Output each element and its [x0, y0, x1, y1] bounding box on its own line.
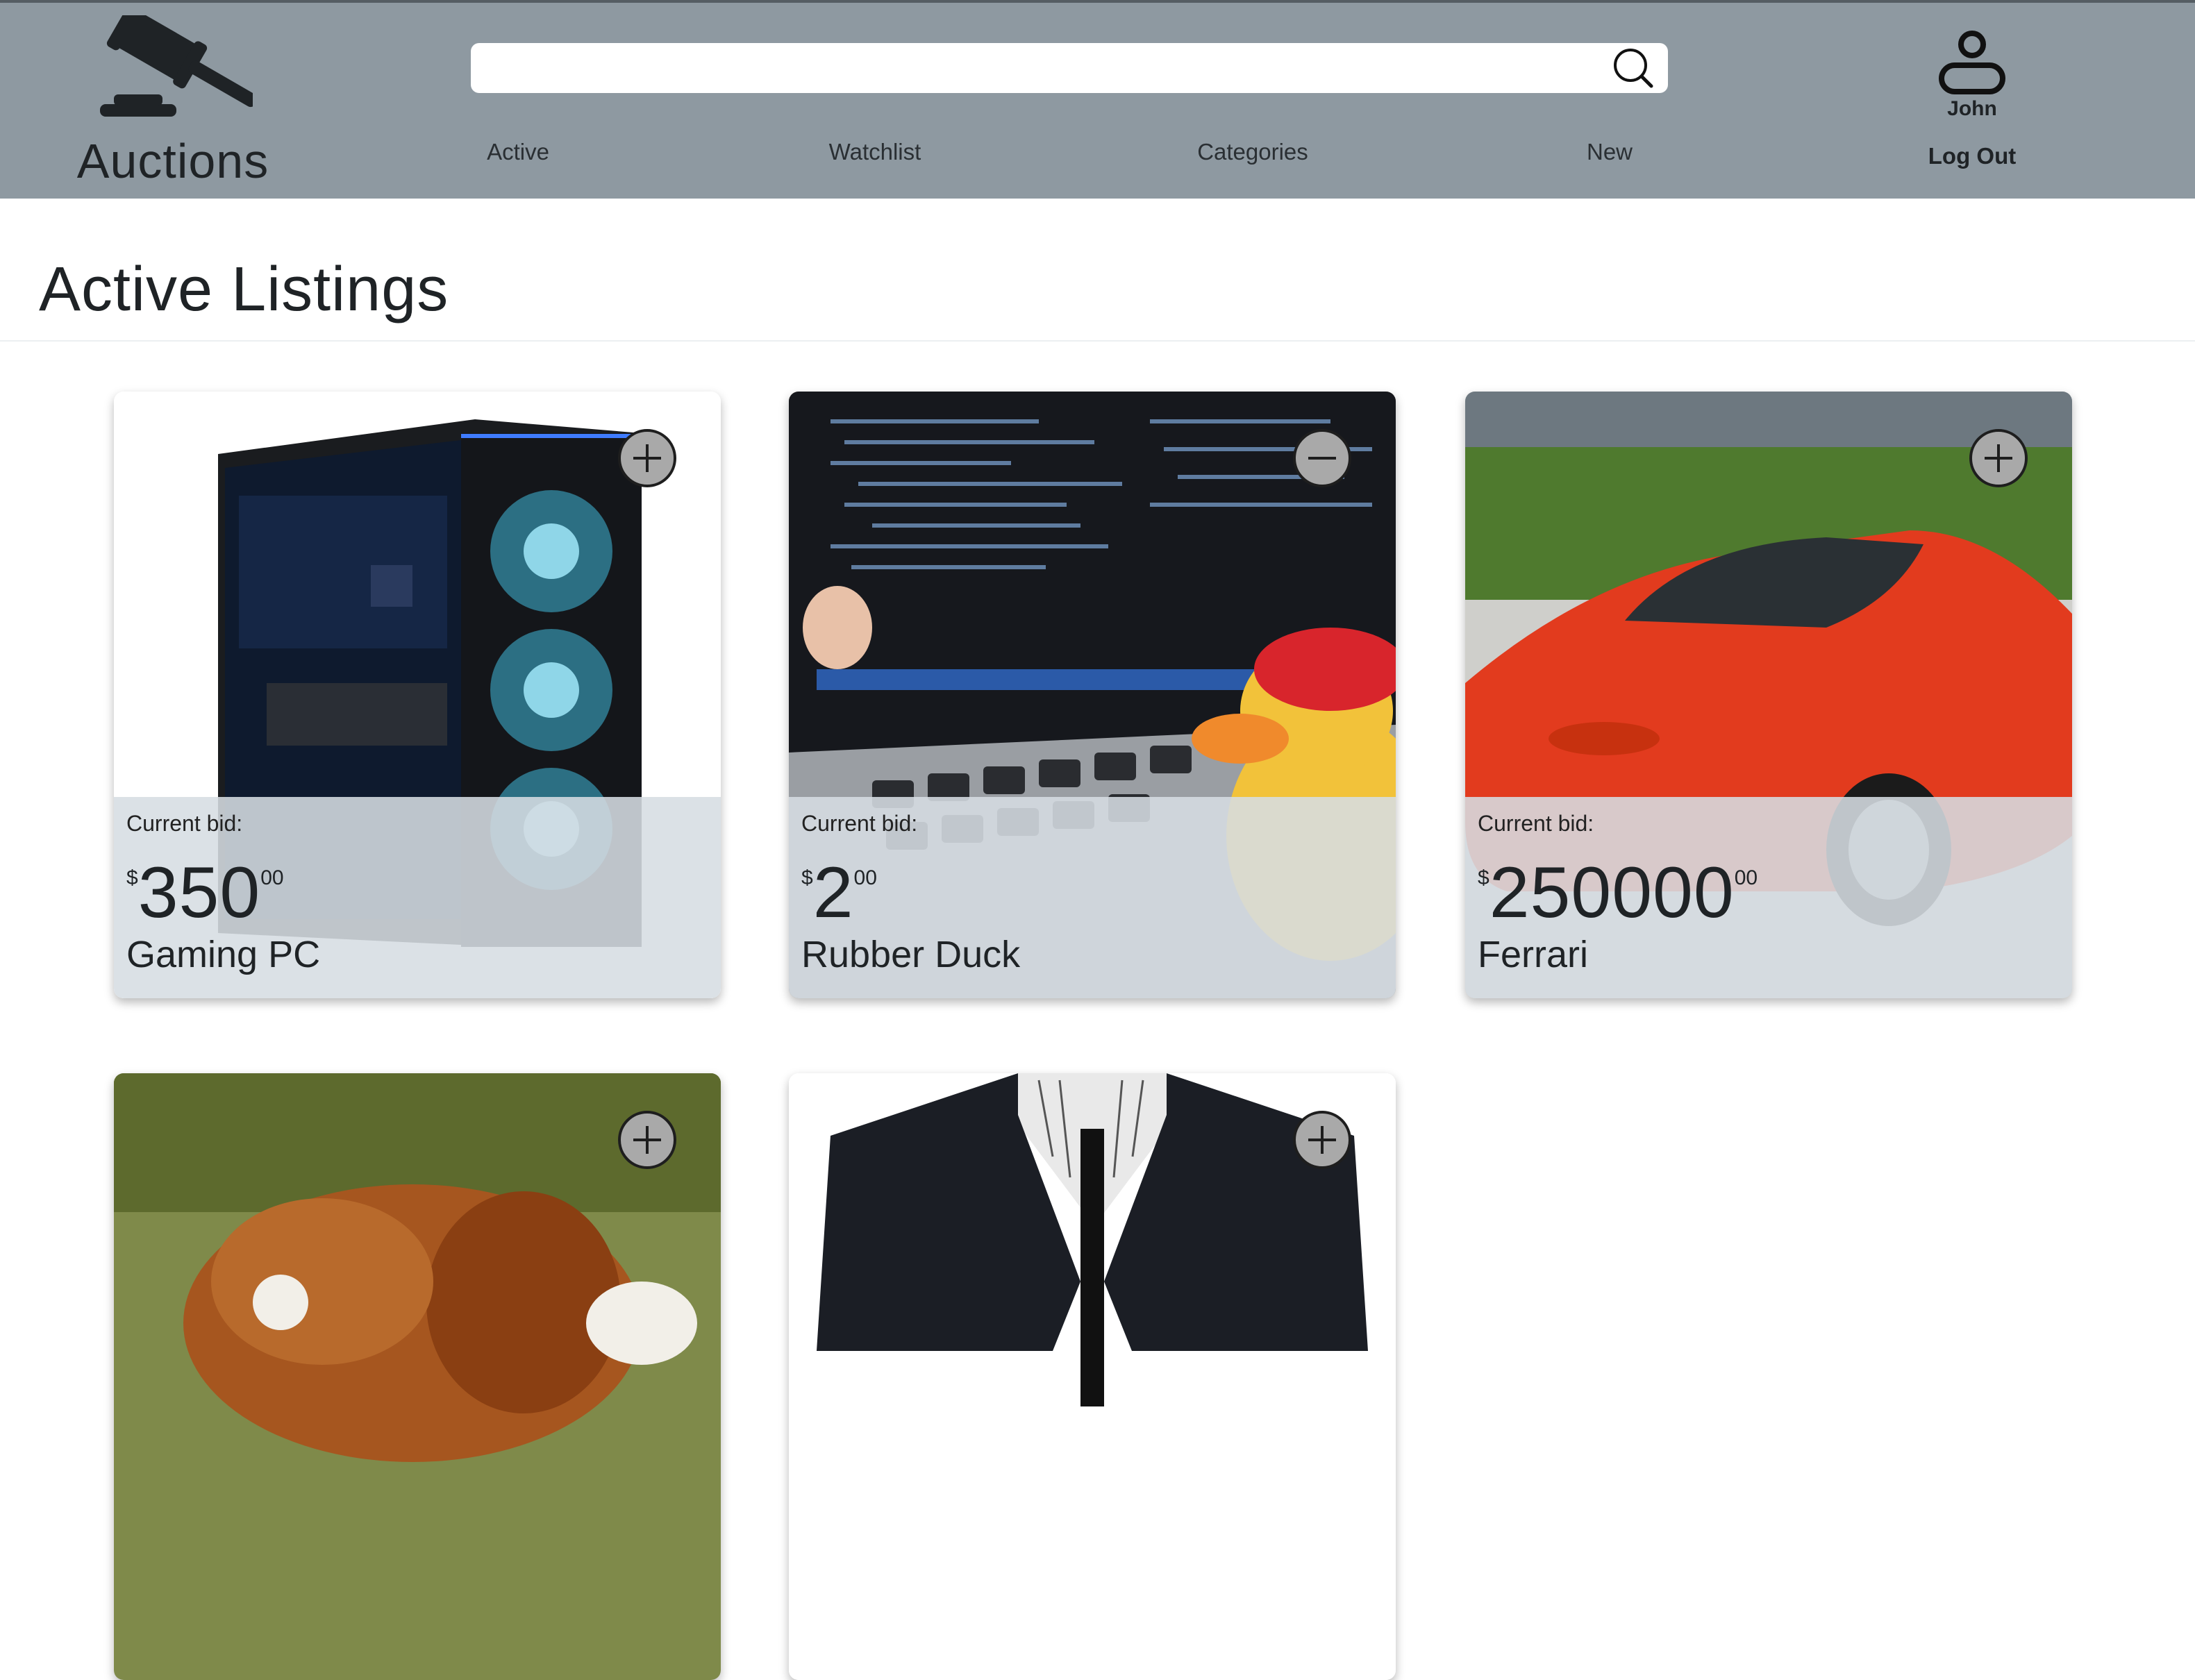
nav-watchlist[interactable]: Watchlist — [829, 139, 921, 165]
top-navbar: Auctions Active Watchlist Categories New… — [0, 0, 2195, 199]
logout-link[interactable]: Log Out — [1903, 143, 2042, 169]
search-input[interactable] — [487, 50, 1587, 87]
price-cents: 00 — [853, 866, 877, 889]
search-icon[interactable] — [1611, 46, 1655, 90]
currency-symbol: $ — [1478, 866, 1489, 889]
listing-title[interactable]: Ferrari — [1478, 933, 1588, 976]
logo-text: Auctions — [76, 134, 269, 188]
listing-card-gaming-pc[interactable]: Current bid: $35000 Gaming PC — [114, 392, 721, 998]
plus-icon — [633, 444, 661, 472]
plus-icon — [1985, 444, 2012, 472]
nav-categories[interactable]: Categories — [1197, 139, 1308, 165]
listing-card-dog[interactable] — [114, 1073, 721, 1680]
listing-info: Current bid: $25000000 Ferrari — [1465, 797, 2072, 998]
listing-title[interactable]: Gaming PC — [126, 933, 320, 976]
plus-icon — [1308, 1126, 1336, 1154]
listing-card-rubber-duck[interactable]: Current bid: $200 Rubber Duck — [789, 392, 1396, 998]
price-amount: 2 — [812, 852, 854, 933]
user-icon[interactable] — [1903, 28, 2042, 97]
nav-new[interactable]: New — [1587, 139, 1633, 165]
price-amount: 350 — [137, 852, 261, 933]
watchlist-remove-button[interactable] — [1293, 429, 1351, 487]
watchlist-add-button[interactable] — [1293, 1111, 1351, 1169]
listing-info: Current bid: $200 Rubber Duck — [789, 797, 1396, 998]
current-bid-price: $35000 — [126, 857, 284, 929]
divider — [0, 340, 2195, 342]
site-logo[interactable]: Auctions — [72, 15, 274, 189]
nav-active[interactable]: Active — [487, 139, 549, 165]
current-bid-label: Current bid: — [1478, 811, 1594, 836]
current-bid-label: Current bid: — [126, 811, 243, 836]
page-title: Active Listings — [39, 255, 449, 324]
watchlist-add-button[interactable] — [618, 1111, 676, 1169]
price-cents: 00 — [260, 866, 284, 889]
currency-symbol: $ — [801, 866, 813, 889]
search-bar — [471, 43, 1668, 93]
currency-symbol: $ — [126, 866, 138, 889]
watchlist-add-button[interactable] — [618, 429, 676, 487]
listing-card-ferrari[interactable]: Current bid: $25000000 Ferrari — [1465, 392, 2072, 998]
price-cents: 00 — [1734, 866, 1758, 889]
minus-icon — [1308, 457, 1336, 460]
user-menu: John Log Out — [1903, 28, 2042, 169]
price-amount: 250000 — [1489, 852, 1735, 933]
current-bid-label: Current bid: — [801, 811, 918, 836]
current-bid-price: $200 — [801, 857, 877, 929]
gavel-icon — [100, 15, 253, 117]
plus-icon — [633, 1126, 661, 1154]
listing-title[interactable]: Rubber Duck — [801, 933, 1020, 976]
current-bid-price: $25000000 — [1478, 857, 1758, 929]
watchlist-add-button[interactable] — [1969, 429, 2028, 487]
listing-info: Current bid: $35000 Gaming PC — [114, 797, 721, 998]
username: John — [1947, 97, 1997, 120]
listing-card-jacket[interactable] — [789, 1073, 1396, 1680]
